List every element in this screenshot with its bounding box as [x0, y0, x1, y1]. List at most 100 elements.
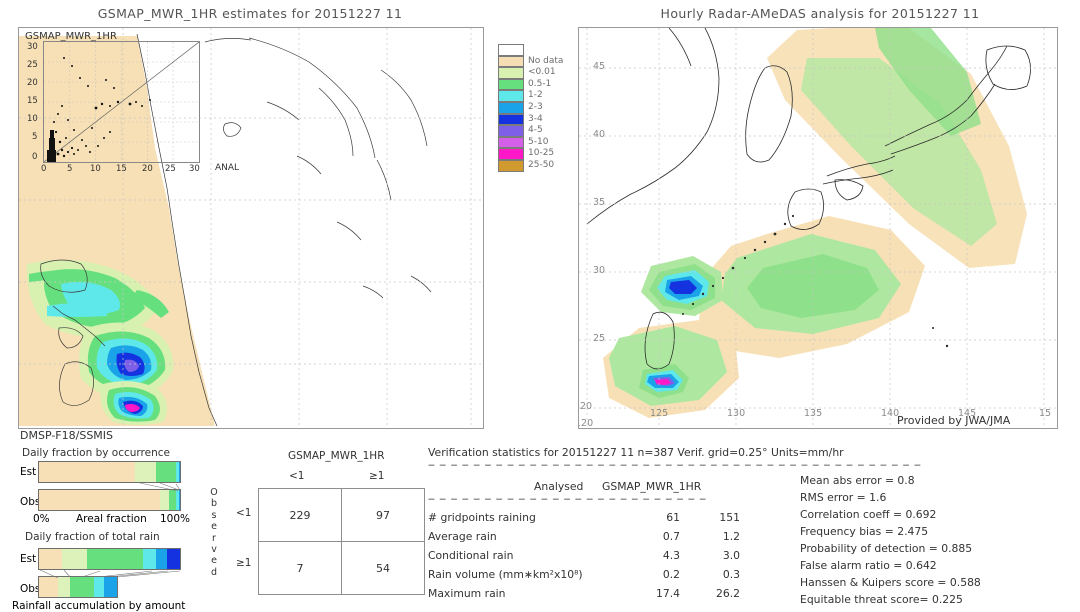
barchart-occurrence-row-est-label: Est [20, 466, 37, 478]
colorbar-label: No data [528, 55, 564, 66]
barchart-occurrence-axis-max: 100% [160, 513, 191, 525]
colorbar-label: 1-2 [528, 90, 543, 101]
inset-y-tick-30: 30 [27, 42, 38, 52]
colorbar-swatch [498, 113, 524, 126]
left-map-title: GSMAP_MWR_1HR estimates for 20151227 11 [97, 6, 403, 21]
colorbar-swatch [498, 67, 524, 79]
colorbar-label: 10-25 [528, 148, 555, 159]
stats-row-model-average-rain: 1.2 [722, 530, 740, 543]
colorbar-label: 5-10 [528, 136, 549, 147]
colorbar-swatch [498, 125, 524, 137]
inset-x-tick-0: 0 [41, 164, 47, 174]
barchart-occurrence-est-bar[interactable] [38, 461, 181, 483]
contingency-col-header-lt1: <1 [289, 470, 305, 482]
barchart-occurrence-title: Daily fraction by occurrence [22, 447, 170, 459]
table-row[interactable]: 7 54 [258, 541, 425, 595]
inset-x-tick-10: 10 [90, 164, 101, 174]
bar-segment [134, 462, 157, 482]
colorbar-entry[interactable]: 0.5-1 [498, 78, 564, 91]
lon-tick-150: 15 [1039, 408, 1052, 419]
barchart-totalrain-est-bar[interactable] [38, 548, 181, 570]
lat-tick-25: 25 [593, 333, 606, 344]
score-frequency-bias: Frequency bias = 2.475 [800, 525, 929, 538]
colorbar-swatch [498, 148, 524, 160]
colorbar-entry[interactable]: 25-50 [498, 159, 564, 172]
table-row[interactable]: 229 97 [258, 488, 425, 542]
colorbar-label: 0.5-1 [528, 78, 552, 89]
barchart-occurrence-connectors [139, 482, 181, 492]
score-hanssen-kuipers: Hanssen & Kuipers score = 0.588 [800, 576, 981, 589]
cell-hit-lt1-lt1: 229 [258, 488, 342, 542]
colorbar-entry[interactable]: 10-25 [498, 148, 564, 160]
stats-row-analysed-gridpoints: 61 [666, 511, 680, 524]
cell-ge1-lt1: 7 [258, 541, 342, 595]
stats-divider-top: ‒ ‒ ‒ ‒ ‒ ‒ ‒ ‒ ‒ ‒ ‒ ‒ ‒ ‒ ‒ ‒ ‒ ‒ ‒ ‒ … [428, 458, 922, 471]
barchart-totalrain-title: Daily fraction of total rain [25, 531, 160, 543]
stats-row-model-rain-volume: 0.3 [722, 568, 740, 581]
colorbar-entry[interactable]: 2-3 [498, 101, 564, 114]
colorbar-entry[interactable]: 1-2 [498, 90, 564, 102]
cell-lt1-ge1: 97 [341, 488, 425, 542]
colorbar-label: 2-3 [528, 101, 543, 112]
colorbar-swatch [498, 90, 524, 102]
colorbar-entry[interactable]: 4-5 [498, 125, 564, 137]
inset-x-tick-20: 20 [142, 164, 153, 174]
lon-tick-135: 135 [804, 408, 823, 419]
contingency-row-header-lt1: <1 [236, 507, 252, 519]
stats-row-model-gridpoints: 151 [719, 511, 740, 524]
inset-y-tick-15: 15 [27, 96, 38, 106]
stats-row-label-maximum-rain: Maximum rain [428, 587, 506, 600]
bar-segment [156, 462, 176, 482]
lat-tick-20: 20 [580, 401, 593, 412]
colorbar-entry[interactable]: 3-4 [498, 113, 564, 126]
contingency-col-header-ge1: ≥1 [369, 470, 385, 482]
colorbar-entry[interactable]: No data [498, 55, 564, 68]
inset-x-tick-25: 25 [165, 164, 176, 174]
contingency-side-label: Obser ved [210, 487, 218, 578]
score-equitable-threat: Equitable threat score= 0.225 [800, 593, 963, 606]
barchart-totalrain-axis-label: Rainfall accumulation by amount [12, 600, 186, 612]
lat-tick-35: 35 [593, 197, 606, 208]
contingency-table[interactable]: 229 97 7 54 [258, 488, 425, 595]
stats-row-label-gridpoints: # gridpoints raining [428, 511, 536, 524]
barchart-totalrain-connectors [39, 569, 181, 579]
score-rms-error: RMS error = 1.6 [800, 491, 887, 504]
contingency-row-header-ge1: ≥1 [236, 557, 252, 569]
cell-ge1-ge1: 54 [341, 541, 425, 595]
colorbar-swatch [498, 159, 524, 172]
right-map-canvas [579, 28, 1057, 428]
lat-tick-30: 30 [593, 265, 606, 276]
colorbar-swatch [498, 136, 524, 149]
inset-y-tick-20: 20 [27, 78, 38, 88]
colorbar-entry[interactable]: <0.01 [498, 67, 564, 79]
left-map-frame[interactable]: 30 25 20 15 10 5 0 0 5 10 15 20 25 30 AN… [18, 27, 484, 429]
stats-row-model-maximum-rain: 26.2 [715, 587, 740, 600]
inset-x-tick-5: 5 [67, 164, 73, 174]
inset-x-tick-15: 15 [116, 164, 127, 174]
colorbar-entry[interactable]: 5-10 [498, 136, 564, 149]
stats-row-model-conditional-rain: 3.0 [722, 549, 740, 562]
inset-y-tick-0: 0 [32, 152, 38, 162]
inset-y-tick-10: 10 [27, 114, 38, 124]
colorbar-entry[interactable] [498, 44, 564, 56]
inset-y-tick-5: 5 [32, 132, 38, 142]
inset-x-tick-30: 30 [189, 164, 200, 174]
colorbar-label: 3-4 [528, 113, 543, 124]
bar-segment [143, 549, 156, 569]
colorbar-swatch [498, 55, 524, 68]
right-map-frame[interactable]: 45 40 35 30 25 20 125 130 135 140 145 15… [578, 27, 1058, 429]
score-correlation-coeff: Correlation coeff = 0.692 [800, 508, 937, 521]
score-probability-of-detection: Probability of detection = 0.885 [800, 542, 973, 555]
bar-segment [39, 462, 135, 482]
stats-row-analysed-conditional-rain: 4.3 [662, 549, 680, 562]
colorbar-label: 4-5 [528, 125, 543, 136]
stats-row-label-rain-volume: Rain volume (mm∗km²x10⁸) [428, 568, 583, 581]
scatter-inset[interactable] [43, 41, 200, 163]
rainfall-colorbar: No data <0.01 0.5-1 1-2 2-3 3-4 4-5 5-10… [498, 44, 564, 172]
stats-row-analysed-maximum-rain: 17.4 [655, 587, 680, 600]
bar-segment [86, 549, 144, 569]
colorbar-swatch [498, 78, 524, 91]
left-map-dataset-label: GSMAP_MWR_1HR [25, 31, 117, 42]
lon-tick-120: 120 [579, 418, 594, 429]
bar-segment [167, 549, 180, 569]
